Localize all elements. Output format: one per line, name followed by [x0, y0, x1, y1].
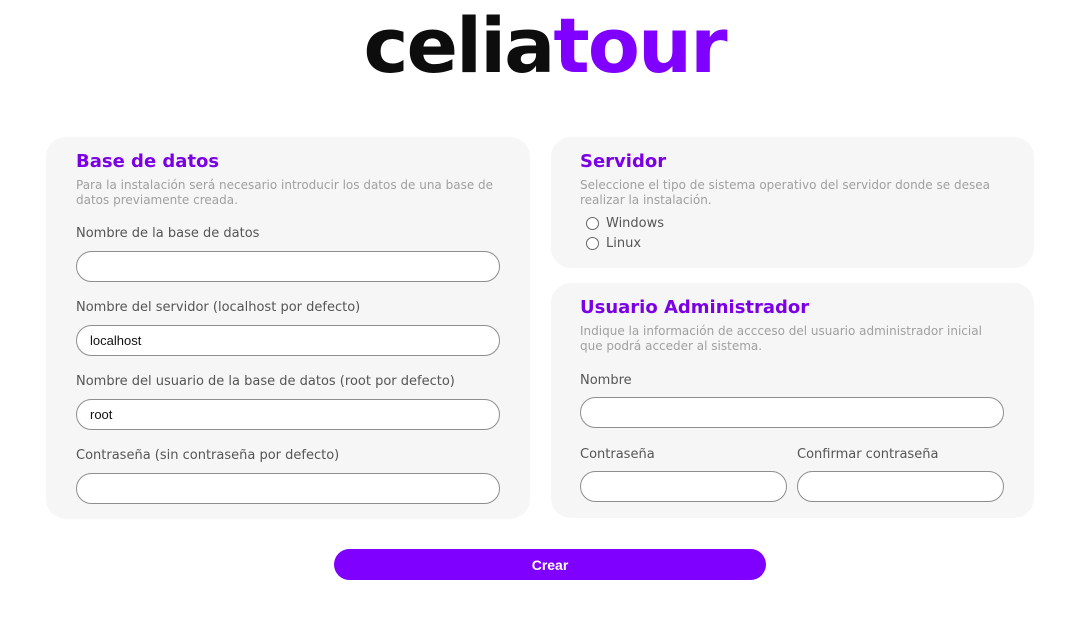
db-server-input[interactable]: [76, 325, 500, 356]
logo-part-2: tour: [553, 1, 727, 90]
admin-password-label: Contraseña: [580, 447, 655, 462]
radio-linux[interactable]: Linux: [586, 236, 641, 251]
database-card: Base de datos Para la instalación será n…: [46, 137, 530, 519]
db-password-label: Contraseña (sin contraseña por defecto): [76, 448, 340, 463]
db-user-label: Nombre del usuario de la base de datos (…: [76, 374, 455, 389]
admin-description: Indique la información de accceso del us…: [580, 324, 982, 353]
logo-text: celiatour: [363, 6, 727, 86]
server-description: Seleccione el tipo de sistema operativo …: [580, 178, 990, 207]
db-user-input[interactable]: [76, 399, 500, 430]
admin-card: Usuario Administrador Indique la informa…: [551, 283, 1034, 518]
db-server-label: Nombre del servidor (localhost por defec…: [76, 300, 361, 315]
create-button[interactable]: Crear: [334, 549, 766, 580]
radio-linux-circle[interactable]: [586, 237, 599, 250]
database-description: Para la instalación será necesario intro…: [76, 178, 494, 207]
radio-windows-circle[interactable]: [586, 217, 599, 230]
server-title: Servidor: [580, 151, 667, 172]
admin-title: Usuario Administrador: [580, 297, 810, 318]
admin-name-input[interactable]: [580, 397, 1004, 428]
admin-name-label: Nombre: [580, 373, 632, 388]
db-name-input[interactable]: [76, 251, 500, 282]
radio-linux-label[interactable]: Linux: [606, 236, 641, 251]
admin-password-input[interactable]: [580, 471, 787, 502]
database-title: Base de datos: [76, 151, 220, 172]
db-name-label: Nombre de la base de datos: [76, 226, 260, 241]
server-card: Servidor Seleccione el tipo de sistema o…: [551, 137, 1034, 268]
admin-confirm-input[interactable]: [797, 471, 1004, 502]
logo-part-1: celia: [363, 1, 555, 90]
radio-windows[interactable]: Windows: [586, 216, 664, 231]
radio-windows-label[interactable]: Windows: [606, 216, 664, 231]
logo: celiatour: [0, 0, 1089, 90]
admin-confirm-label: Confirmar contraseña: [797, 447, 939, 462]
db-password-input[interactable]: [76, 473, 500, 504]
